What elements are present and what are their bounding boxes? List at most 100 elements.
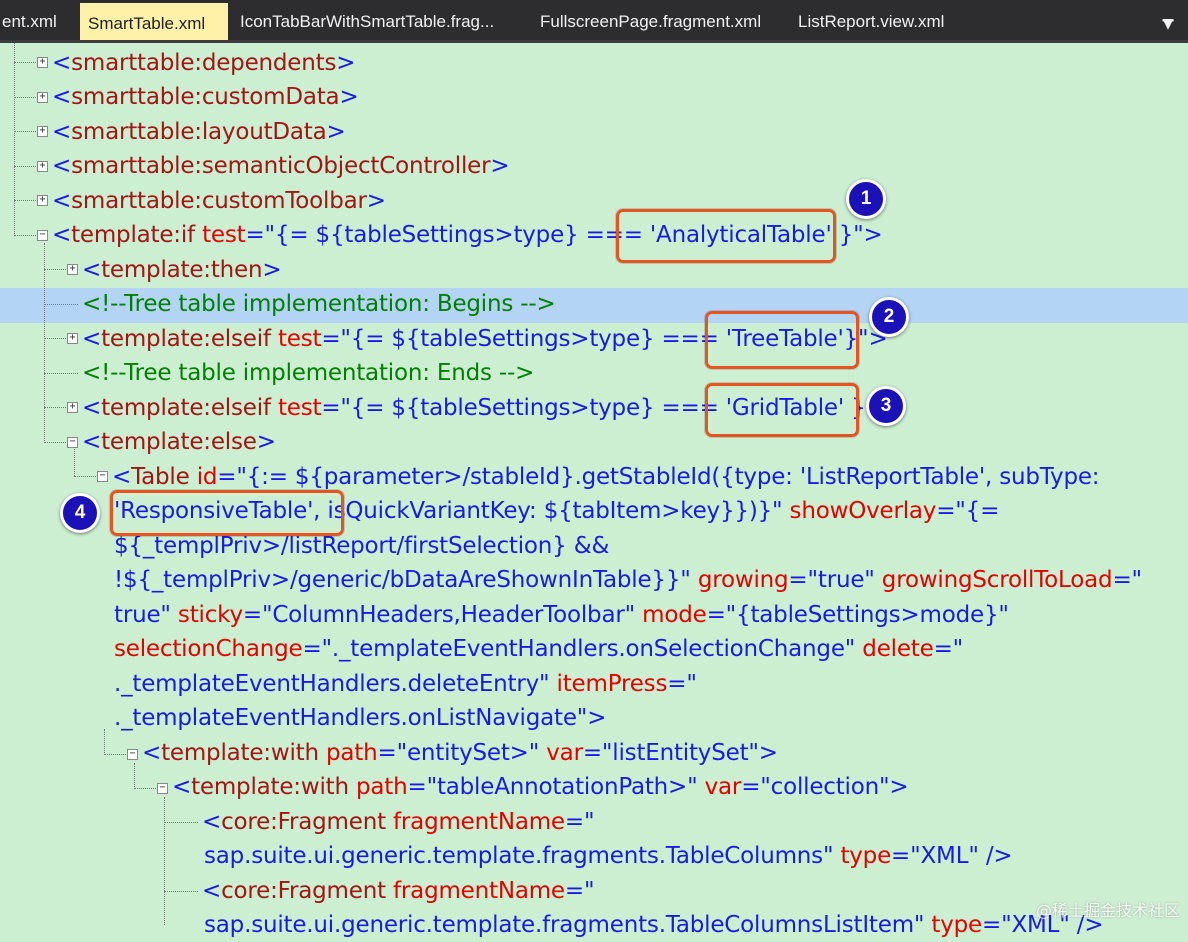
xml-value: "entitySet>" xyxy=(396,740,540,766)
tree-guide xyxy=(44,304,78,305)
xml-value: "true" xyxy=(807,567,875,593)
code-line: <core:Fragment fragmentName=" xyxy=(202,809,595,835)
tree-guide xyxy=(44,243,45,443)
callout-responsivetable xyxy=(110,490,344,536)
xml-element: template:elseif xyxy=(101,395,271,421)
xml-element: template:then xyxy=(101,257,263,283)
xml-value: }" xyxy=(831,222,864,248)
tree-guide xyxy=(14,97,36,98)
code-line: sap.suite.ui.generic.template.fragments.… xyxy=(204,843,1013,869)
xml-attribute: test xyxy=(202,222,246,248)
tree-guide xyxy=(14,166,36,167)
tree-guide xyxy=(164,891,198,892)
code-line: <smarttable:customData> xyxy=(52,84,359,110)
tree-guide xyxy=(14,62,36,63)
tab-icontabbar-fragment[interactable]: IconTabBarWithSmartTable.frag... xyxy=(232,3,522,40)
xml-code-editor[interactable]: + + + + + − + + + − − − − <smarttable:de… xyxy=(0,43,1188,938)
collapse-icon[interactable]: − xyxy=(127,749,138,760)
tree-guide xyxy=(74,476,96,477)
xml-element: smarttable:semanticObjectController xyxy=(71,153,491,179)
xml-value: "{:= ${parameter>/stableId}.getStableId(… xyxy=(236,464,1100,490)
xml-value: " xyxy=(686,671,697,697)
xml-attribute: fragmentName xyxy=(393,878,565,904)
xml-attribute: var xyxy=(546,740,583,766)
code-line: true" sticky="ColumnHeaders,HeaderToolba… xyxy=(114,602,1009,628)
callout-treetable xyxy=(705,311,859,369)
expand-icon[interactable]: + xyxy=(67,264,78,275)
xml-element: template:with xyxy=(191,774,349,800)
code-line: <template:with path="tableAnnotationPath… xyxy=(172,774,909,800)
xml-value: "{= xyxy=(955,498,1000,524)
collapse-icon[interactable]: − xyxy=(157,783,168,794)
code-line: ._templateEventHandlers.deleteEntry" ite… xyxy=(114,671,697,697)
code-line: <smarttable:semanticObjectController> xyxy=(52,153,510,179)
xml-attribute: path xyxy=(325,740,378,766)
code-line: <Table id="{:= ${parameter>/stableId}.ge… xyxy=(112,464,1100,490)
code-line: sap.suite.ui.generic.template.fragments.… xyxy=(204,912,1104,938)
xml-value: " xyxy=(583,809,595,835)
code-line: <template:with path="entitySet>" var="li… xyxy=(142,740,778,766)
xml-value: " xyxy=(583,878,595,904)
collapse-icon[interactable]: − xyxy=(37,230,48,241)
collapse-icon[interactable]: − xyxy=(67,437,78,448)
xml-value: ._templateEventHandlers.deleteEntry" xyxy=(114,671,550,697)
xml-attribute: sticky xyxy=(177,602,243,628)
tree-guide xyxy=(104,754,126,755)
expand-icon[interactable]: + xyxy=(67,333,78,344)
code-line: ._templateEventHandlers.onListNavigate"> xyxy=(114,705,607,731)
tree-guide xyxy=(14,131,36,132)
xml-value: " xyxy=(952,636,964,662)
tab-fullscreenpage-fragment[interactable]: FullscreenPage.fragment.xml xyxy=(532,3,782,40)
xml-attribute: itemPress xyxy=(556,671,668,697)
xml-value: "{= ${tableSettings>type} === xyxy=(340,395,726,421)
code-comment: <!--Tree table implementation: Begins --… xyxy=(82,291,556,317)
xml-attribute: type xyxy=(931,912,983,938)
xml-element: Table xyxy=(131,464,190,490)
badge-1: 1 xyxy=(846,179,886,219)
xml-value: "{= ${tableSettings>type} === xyxy=(264,222,650,248)
tree-guide xyxy=(44,373,78,374)
code-line: <smarttable:dependents> xyxy=(52,50,356,76)
expand-icon[interactable]: + xyxy=(37,126,48,137)
xml-value: isQuickVariantKey: ${tabItem>key}})}" xyxy=(320,498,783,524)
xml-attribute: var xyxy=(704,774,742,800)
expand-icon[interactable]: + xyxy=(37,195,48,206)
xml-value: "tableAnnotationPath>" xyxy=(426,774,698,800)
xml-attribute: growingScrollToLoad xyxy=(881,567,1113,593)
tab-listreport-view[interactable]: ListReport.view.xml xyxy=(790,3,970,40)
expand-icon[interactable]: + xyxy=(37,92,48,103)
xml-element: smarttable:dependents xyxy=(71,50,337,76)
code-line: <smarttable:layoutData> xyxy=(52,119,346,145)
code-line: selectionChange="._templateEventHandlers… xyxy=(114,636,964,662)
xml-value: "{tableSettings>mode}" xyxy=(725,602,1009,628)
xml-attribute: path xyxy=(355,774,408,800)
xml-value: sap.suite.ui.generic.template.fragments.… xyxy=(204,843,834,869)
xml-attribute: fragmentName xyxy=(393,809,565,835)
expand-icon[interactable]: + xyxy=(67,402,78,413)
xml-value: "collection" xyxy=(760,774,890,800)
xml-value: "XML" xyxy=(910,843,979,869)
expand-icon[interactable]: + xyxy=(37,57,48,68)
callout-gridtable xyxy=(705,383,859,437)
xml-attribute: test xyxy=(277,326,322,352)
xml-value: true" xyxy=(114,602,171,628)
xml-element: smarttable:layoutData xyxy=(71,119,327,145)
tree-guide xyxy=(44,407,66,408)
tab-smarttable-xml[interactable]: SmartTable.xml xyxy=(80,3,228,40)
tree-guide xyxy=(14,43,15,236)
tree-guide xyxy=(44,269,66,270)
tree-guide xyxy=(44,338,66,339)
xml-value: "listEntitySet" xyxy=(601,740,759,766)
xml-element: template:else xyxy=(101,429,257,455)
xml-attribute: id xyxy=(196,464,218,490)
xml-element: core:Fragment xyxy=(221,809,386,835)
badge-4: 4 xyxy=(60,493,100,533)
xml-element: smarttable:customData xyxy=(71,84,340,110)
collapse-icon[interactable]: − xyxy=(97,471,108,482)
tab-ent-xml[interactable]: ent.xml xyxy=(0,3,72,40)
expand-icon[interactable]: + xyxy=(37,161,48,172)
xml-value: "ColumnHeaders,HeaderToolbar" xyxy=(261,602,635,628)
dropdown-menu-icon[interactable]: ▁ ▼ xyxy=(1162,7,1174,31)
xml-attribute: mode xyxy=(642,602,707,628)
xml-attribute: selectionChange xyxy=(114,636,303,662)
